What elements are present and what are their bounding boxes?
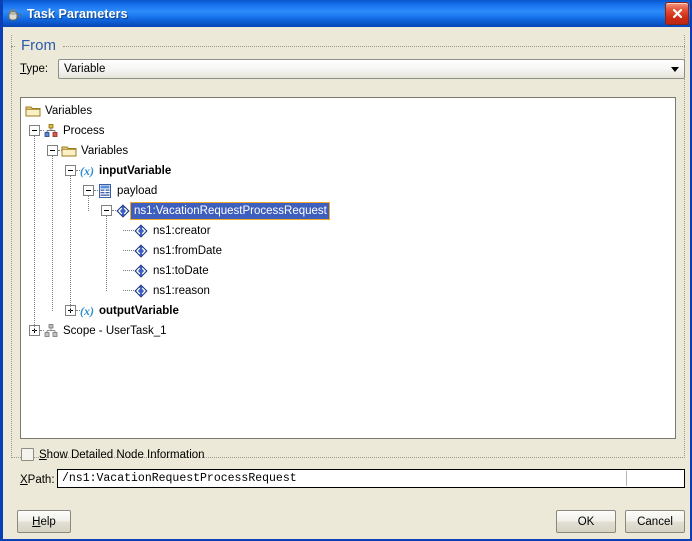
java-coffee-cup-icon [6, 6, 22, 22]
tree-node[interactable]: Variables [21, 141, 675, 161]
folder-icon [25, 103, 41, 119]
tree-node-label: outputVariable [99, 305, 179, 317]
payload-icon [97, 183, 113, 199]
tree-node-label: ns1:fromDate [153, 245, 223, 257]
variable-x-icon: (x) [79, 163, 95, 179]
show-detailed-node-info-label: Show Detailed Node Information [39, 449, 205, 461]
element-icon [133, 283, 149, 299]
type-label: Type: [20, 63, 48, 75]
from-group-title: From [17, 36, 60, 56]
xpath-label: XPath: [20, 474, 55, 486]
collapse-node-icon[interactable] [83, 185, 94, 196]
tree-node-label: inputVariable [99, 165, 172, 177]
tree-node-label: ns1:VacationRequestProcessRequest [130, 202, 330, 220]
variable-x-icon: (x) [79, 303, 95, 319]
xpath-label-rest: Path: [27, 474, 55, 486]
show-detail-mnemonic: S [39, 448, 47, 461]
type-combo-value: Variable [64, 63, 106, 75]
window-title: Task Parameters [27, 6, 128, 21]
task-parameters-dialog: Task Parameters From Type: Variable Vari… [0, 0, 692, 541]
xpath-input-value: /ns1:VacationRequestProcessRequest [62, 472, 297, 485]
tree-node-label: payload [117, 185, 158, 197]
help-label-rest: elp [40, 515, 56, 528]
show-detail-label-rest: how Detailed Node Information [46, 448, 205, 461]
tree-guide-line [34, 136, 36, 331]
tree-node-label: Scope - UserTask_1 [63, 325, 167, 337]
tree-node[interactable]: ns1:VacationRequestProcessRequest [21, 201, 675, 221]
tree-guide-line [106, 216, 108, 291]
tree-guide-line [70, 176, 72, 311]
xpath-input[interactable]: /ns1:VacationRequestProcessRequest [57, 469, 685, 488]
tree-node-label: ns1:creator [153, 225, 211, 237]
svg-text:(x): (x) [80, 164, 94, 178]
element-icon [133, 223, 149, 239]
help-button[interactable]: Help [17, 510, 71, 533]
tree-guide-line [52, 156, 54, 311]
tree-node[interactable]: ns1:fromDate [21, 241, 675, 261]
variables-tree-panel[interactable]: Variables Process Variables (x) inputVariabl… [20, 97, 676, 439]
tree-node[interactable]: (x) outputVariable [21, 301, 675, 321]
tree-node[interactable]: (x) inputVariable [21, 161, 675, 181]
folder-icon [61, 143, 77, 159]
element-icon [115, 203, 131, 219]
svg-text:(x): (x) [80, 304, 94, 318]
tree-node[interactable]: ns1:reason [21, 281, 675, 301]
ok-label: OK [577, 515, 595, 528]
collapse-node-icon[interactable] [29, 125, 40, 136]
collapse-node-icon[interactable] [47, 145, 58, 156]
group-border-right [63, 46, 685, 48]
element-icon [133, 263, 149, 279]
cancel-button[interactable]: Cancel [625, 510, 685, 533]
xpath-mnemonic: X [20, 474, 28, 486]
tree-node[interactable]: payload [21, 181, 675, 201]
variables-tree: Variables Process Variables (x) inputVariabl… [21, 98, 675, 341]
help-mnemonic: H [32, 515, 41, 528]
tree-node-label: ns1:toDate [153, 265, 209, 277]
chevron-down-icon[interactable] [666, 60, 684, 78]
show-detailed-node-info-checkbox[interactable] [21, 448, 34, 461]
tree-node-label: Variables [81, 145, 129, 157]
collapse-node-icon[interactable] [101, 205, 112, 216]
xpath-field-divider [626, 471, 627, 486]
tree-node[interactable]: Variables [21, 101, 675, 121]
scope-icon [43, 323, 59, 339]
title-bar: Task Parameters [3, 0, 690, 27]
tree-guide-line [88, 196, 90, 211]
close-icon[interactable] [665, 2, 689, 25]
tree-node-label: Process [63, 125, 105, 137]
tree-node-label: ns1:reason [153, 285, 210, 297]
group-border-left [11, 46, 15, 48]
tree-node[interactable]: ns1:creator [21, 221, 675, 241]
ok-button[interactable]: OK [556, 510, 616, 533]
collapse-node-icon[interactable] [65, 165, 76, 176]
type-combo-box[interactable]: Variable [58, 59, 685, 79]
cancel-label: Cancel [637, 515, 673, 528]
tree-node[interactable]: ns1:toDate [21, 261, 675, 281]
tree-node-label: Variables [45, 105, 93, 117]
element-icon [133, 243, 149, 259]
show-detailed-node-info-row[interactable]: Show Detailed Node Information [21, 448, 205, 461]
process-icon [43, 123, 59, 139]
tree-node[interactable]: Scope - UserTask_1 [21, 321, 675, 341]
type-label-rest: ype: [26, 63, 49, 75]
tree-node[interactable]: Process [21, 121, 675, 141]
